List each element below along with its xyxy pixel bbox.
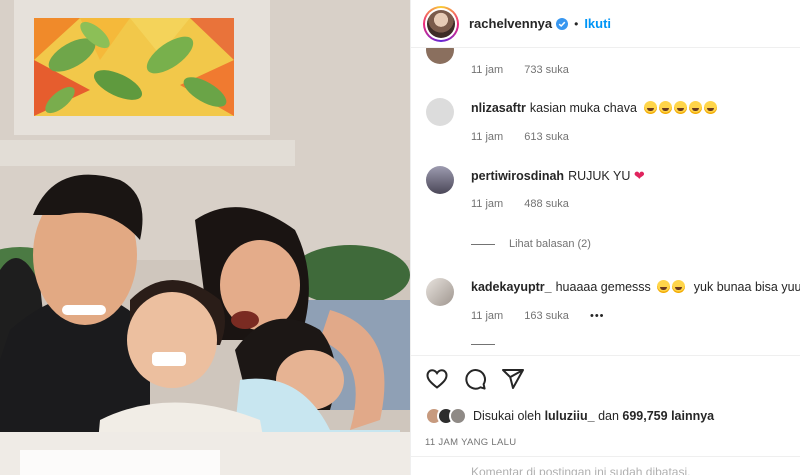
comment-time: 11 jam	[471, 198, 504, 210]
liker-username[interactable]: luluziiu_	[545, 409, 595, 423]
comment-meta: 11 jam 488 suka	[471, 198, 587, 210]
comment-text: pertiwirosdinah RUJUK YU ❤	[471, 168, 645, 184]
comment-username[interactable]: nlizasaftr	[471, 101, 526, 115]
crying-emoji-icons	[644, 101, 719, 115]
comment-avatar[interactable]	[426, 48, 454, 64]
likes-connector: dan	[598, 409, 619, 423]
comments-list[interactable]: 11 jam 733 suka nlizasaftr kasian muka ch…	[411, 48, 800, 354]
replies-divider	[471, 243, 495, 245]
post-sidebar: rachelvennya • Ikuti 11 jam 733 suka nli…	[410, 0, 800, 475]
comment-text: nlizasaftr kasian muka chava	[471, 101, 719, 115]
post-timestamp: 11 JAM YANG LALU	[425, 437, 517, 448]
author-avatar[interactable]	[423, 5, 459, 42]
comment-username[interactable]: kadekayuptr_	[471, 280, 552, 294]
likes-text: Disukai oleh luluziiu_ dan 699,759 lainn…	[473, 409, 714, 423]
verified-icon	[556, 17, 569, 30]
likes-prefix: Disukai oleh	[473, 409, 542, 423]
view-replies-button[interactable]: Lihat balasan (2)	[471, 238, 591, 250]
comment-avatar[interactable]	[426, 278, 454, 306]
comment-time: 11 jam	[471, 64, 504, 76]
comment-text: kadekayuptr_ huaaaa gemesss yuk bunaa bis…	[471, 280, 800, 294]
comment-options-button[interactable]: •••	[590, 310, 605, 322]
comment-body: kasian muka chava	[529, 101, 637, 115]
family-photo-illustration	[0, 0, 410, 475]
share-icon[interactable]	[501, 367, 525, 391]
follow-button[interactable]: Ikuti	[584, 16, 611, 31]
comment-body: huaaaa gemesss	[555, 280, 651, 294]
comment-icon[interactable]	[463, 367, 487, 391]
instagram-post-view: rachelvennya • Ikuti 11 jam 733 suka nli…	[0, 0, 800, 475]
likes-count[interactable]: 699,759 lainnya	[622, 409, 714, 423]
comment-time: 11 jam	[471, 310, 504, 322]
comment-time: 11 jam	[471, 131, 504, 143]
comment-username[interactable]: pertiwirosdinah	[471, 169, 564, 183]
replies-divider	[471, 344, 495, 345]
post-actions: Disukai oleh luluziiu_ dan 699,759 lainn…	[411, 355, 800, 475]
comment-restricted-text: Komentar di postingan ini sudah dibatasi…	[471, 465, 691, 475]
comment-restricted-notice: Komentar di postingan ini sudah dibatasi…	[411, 456, 800, 475]
post-header: rachelvennya • Ikuti	[411, 0, 800, 48]
view-replies-label: Lihat balasan (2)	[509, 238, 591, 250]
post-photo[interactable]	[0, 0, 410, 475]
comment-body-continued: yuk bunaa bisa yuuuu	[693, 280, 800, 294]
heart-icon[interactable]	[425, 367, 449, 391]
comment-emoji-icons	[657, 280, 687, 294]
action-icons	[425, 367, 525, 391]
liker-avatar	[449, 407, 467, 425]
comment-avatar[interactable]	[426, 98, 454, 126]
comment-meta: 11 jam 733 suka	[471, 64, 587, 76]
comment-likes[interactable]: 163 suka	[524, 310, 569, 322]
comment-likes[interactable]: 613 suka	[524, 131, 569, 143]
view-replies-button[interactable]	[471, 344, 509, 345]
header-separator: •	[574, 16, 579, 31]
comment-avatar[interactable]	[426, 166, 454, 194]
comment-meta: 11 jam 613 suka	[471, 131, 587, 143]
comment-likes[interactable]: 488 suka	[524, 198, 569, 210]
red-heart-emoji-icon: ❤	[633, 168, 645, 183]
comment-body: RUJUK YU	[568, 169, 631, 183]
comment-meta: 11 jam 163 suka •••	[471, 310, 623, 322]
comment-likes[interactable]: 733 suka	[524, 64, 569, 76]
author-username[interactable]: rachelvennya	[469, 16, 552, 31]
likes-summary[interactable]: Disukai oleh luluziiu_ dan 699,759 lainn…	[425, 407, 714, 425]
